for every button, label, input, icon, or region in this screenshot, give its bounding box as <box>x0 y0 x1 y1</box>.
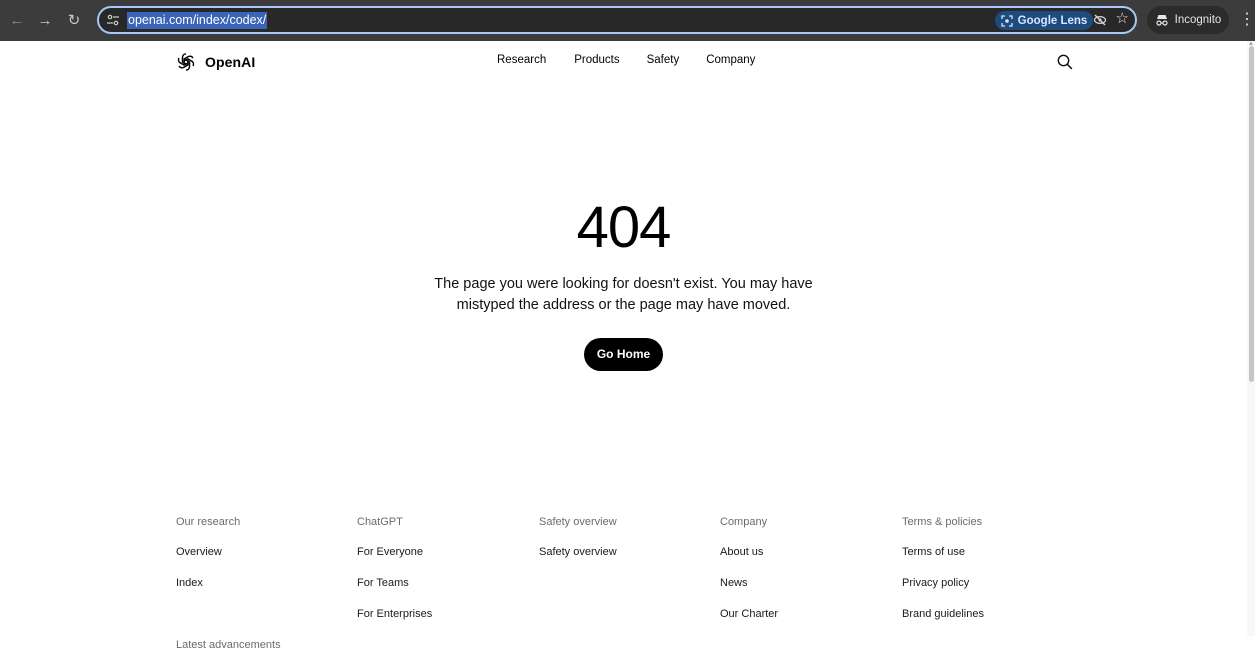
incognito-profile-button[interactable]: Incognito <box>1147 6 1229 34</box>
go-home-button[interactable]: Go Home <box>583 338 664 371</box>
footer-heading[interactable]: Company <box>720 510 778 540</box>
openai-logo-link[interactable]: OpenAI <box>175 51 255 73</box>
scrollbar-thumb[interactable] <box>1249 46 1254 382</box>
footer-link[interactable]: Index <box>176 571 281 602</box>
footer-heading[interactable]: Safety overview <box>539 510 617 540</box>
footer-column-terms: Terms & policies Terms of use Privacy po… <box>902 510 984 633</box>
footer-link[interactable]: For Enterprises <box>357 602 432 633</box>
eye-off-icon[interactable] <box>1093 13 1107 27</box>
bookmark-star-icon[interactable]: ☆ <box>1116 11 1129 27</box>
forward-arrow-icon[interactable]: → <box>34 9 56 31</box>
site-info-icon[interactable] <box>106 13 120 27</box>
incognito-icon <box>1156 15 1168 26</box>
footer-heading[interactable]: Latest advancements <box>176 633 281 663</box>
footer-link[interactable]: About us <box>720 540 778 571</box>
footer-link[interactable]: Privacy policy <box>902 571 984 602</box>
search-icon[interactable] <box>1056 53 1074 71</box>
error-section: 404 The page you were looking for doesn'… <box>0 195 1247 371</box>
url-text[interactable]: openai.com/index/codex/ <box>127 12 268 29</box>
openai-logo-icon <box>177 53 195 71</box>
reload-icon[interactable]: ↻ <box>63 9 85 31</box>
footer-link[interactable]: News <box>720 571 778 602</box>
browser-toolbar: ← → ↻ openai.com/index/codex/ Google Len… <box>0 0 1255 41</box>
nav-research[interactable]: Research <box>497 54 546 66</box>
footer-column-research: Our research Overview Index Latest advan… <box>176 510 281 663</box>
main-navigation: Research Products Safety Company <box>497 54 755 66</box>
footer-heading[interactable]: Terms & policies <box>902 510 984 540</box>
footer-column-chatgpt: ChatGPT For Everyone For Teams For Enter… <box>357 510 432 633</box>
nav-safety[interactable]: Safety <box>647 54 680 66</box>
nav-company[interactable]: Company <box>706 54 755 66</box>
google-lens-label: Google Lens <box>1017 14 1088 27</box>
incognito-label: Incognito <box>1174 14 1222 26</box>
footer-heading[interactable]: Our research <box>176 510 281 540</box>
footer-link[interactable]: Brand guidelines <box>902 602 984 633</box>
footer-link[interactable]: For Teams <box>357 571 432 602</box>
error-message: The page you were looking for doesn't ex… <box>434 276 813 313</box>
footer-link[interactable]: For Everyone <box>357 540 432 571</box>
browser-menu-icon[interactable]: ⋮ <box>1239 9 1255 31</box>
site-header: OpenAI Research Products Safety Company <box>0 41 1247 83</box>
footer-link[interactable]: Safety overview <box>539 540 617 571</box>
lens-icon <box>1001 14 1013 27</box>
footer-column-safety: Safety overview Safety overview <box>539 510 617 571</box>
footer-link[interactable]: Our Charter <box>720 602 778 633</box>
address-bar[interactable]: openai.com/index/codex/ Google Lens ☆ <box>97 6 1137 34</box>
error-code: 404 <box>576 195 672 260</box>
footer-heading[interactable]: ChatGPT <box>357 510 432 540</box>
brand-name: OpenAI <box>205 54 256 70</box>
google-lens-button[interactable]: Google Lens <box>995 11 1093 30</box>
footer-column-company: Company About us News Our Charter <box>720 510 778 633</box>
nav-products[interactable]: Products <box>574 54 619 66</box>
footer-link[interactable]: Overview <box>176 540 281 571</box>
footer-link[interactable]: Terms of use <box>902 540 984 571</box>
back-arrow-icon[interactable]: ← <box>6 9 28 31</box>
